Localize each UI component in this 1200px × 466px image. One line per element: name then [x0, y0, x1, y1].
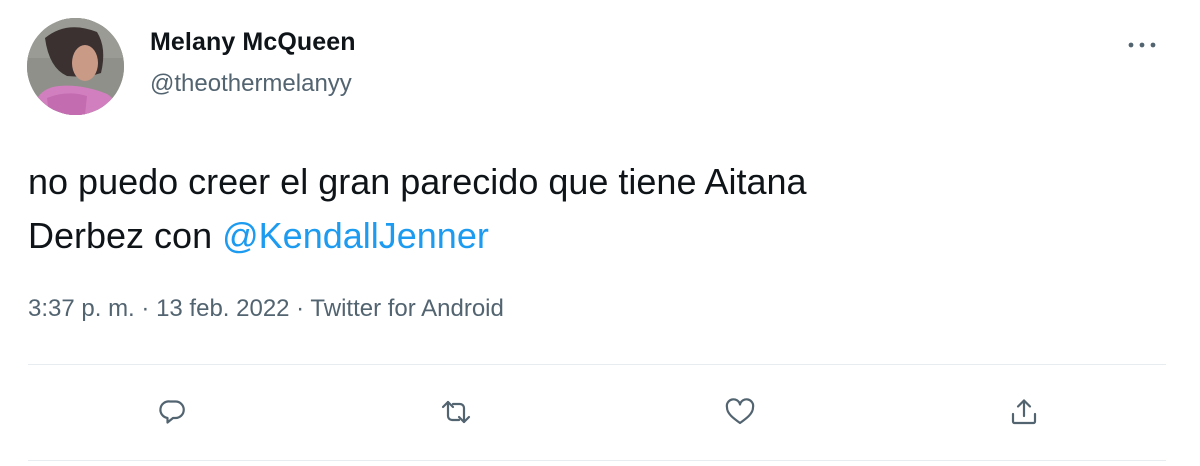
avatar-image: [27, 18, 124, 115]
more-options-button[interactable]: [1122, 30, 1162, 60]
divider-top: [28, 364, 1166, 365]
tweet-text: no puedo creer el gran parecido que tien…: [28, 155, 1148, 263]
tweet-time[interactable]: 3:37 p. m.: [28, 295, 135, 322]
meta-separator: ·: [134, 295, 157, 322]
avatar[interactable]: [27, 18, 124, 115]
retweet-button[interactable]: [436, 392, 476, 432]
more-horizontal-icon: [1128, 42, 1156, 48]
tweet-metadata: 3:37 p. m. · 13 feb. 2022 · Twitter for …: [28, 295, 504, 323]
tweet-text-prefix: Derbez con: [28, 215, 223, 256]
tweet-source[interactable]: Twitter for Android: [310, 295, 503, 322]
author-handle[interactable]: @theothermelanyy: [150, 70, 352, 98]
share-icon: [1011, 399, 1037, 425]
like-button[interactable]: [720, 392, 760, 432]
author-display-name[interactable]: Melany McQueen: [150, 28, 356, 57]
tweet-text-line-1: no puedo creer el gran parecido que tien…: [28, 161, 807, 202]
divider-bottom: [28, 460, 1166, 461]
reply-button[interactable]: [153, 392, 193, 432]
retweet-icon: [441, 400, 471, 424]
share-button[interactable]: [1004, 392, 1044, 432]
tweet-card: Melany McQueen @theothermelanyy no puedo…: [0, 0, 1200, 466]
tweet-date[interactable]: 13 feb. 2022: [156, 295, 289, 322]
tweet-text-line-2: Derbez con @KendallJenner: [28, 209, 1148, 263]
meta-separator: ·: [289, 295, 311, 322]
mention-link[interactable]: @KendallJenner: [222, 215, 489, 256]
reply-icon: [159, 400, 185, 424]
like-icon: [725, 398, 755, 425]
